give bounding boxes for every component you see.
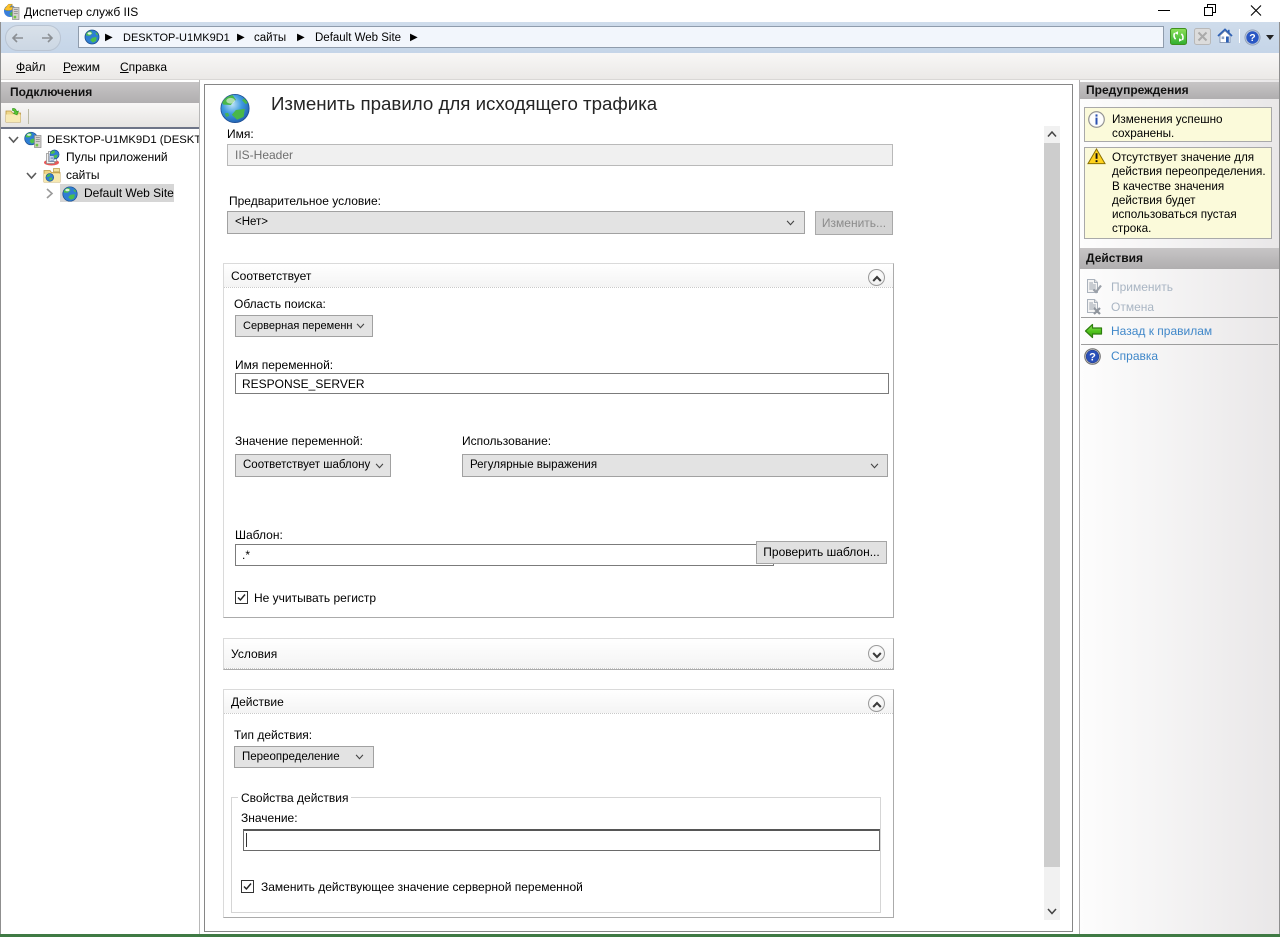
- svg-text:?: ?: [1249, 32, 1255, 44]
- svg-text:?: ?: [1089, 352, 1096, 364]
